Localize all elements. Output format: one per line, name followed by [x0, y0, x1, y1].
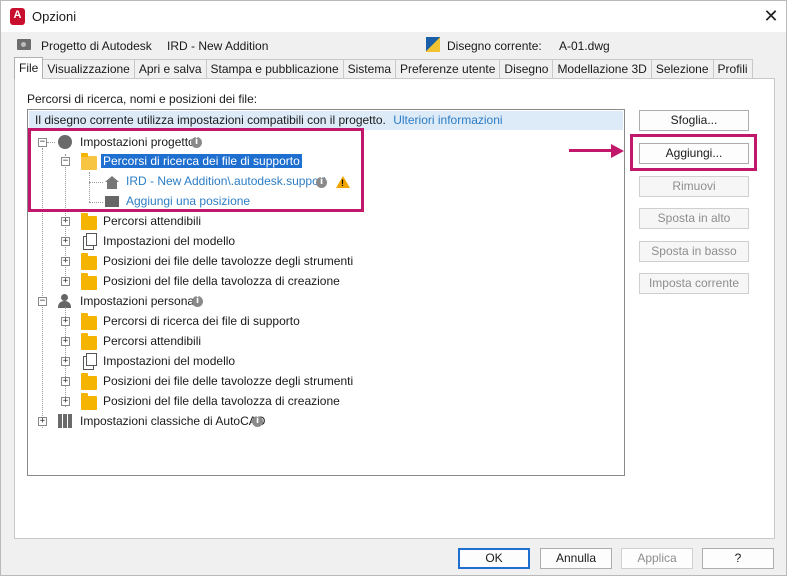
folder-icon [81, 253, 97, 270]
ok-button[interactable]: OK [458, 548, 530, 569]
tab-bar: File Visualizzazione Apri e salva Stampa… [14, 57, 753, 79]
template-pages-icon [83, 353, 97, 370]
move-up-button[interactable]: Sposta in alto [639, 208, 749, 229]
expand-toggle[interactable]: + [61, 257, 70, 266]
expand-toggle[interactable]: + [61, 237, 70, 246]
tree-item-trusted-paths[interactable]: Percorsi attendibili [103, 211, 201, 231]
tree-item-personal-trusted-paths[interactable]: Percorsi attendibili [103, 331, 201, 351]
tree-item-authoring-palette[interactable]: Posizioni del file della tavolozza di cr… [103, 271, 340, 291]
autocad-logo-icon: A [10, 8, 25, 25]
info-text: Il disegno corrente utilizza impostazion… [35, 113, 386, 127]
apply-button[interactable]: Applica [621, 548, 693, 569]
tab-file[interactable]: File [14, 57, 44, 79]
expand-toggle[interactable]: + [61, 357, 70, 366]
expand-toggle[interactable]: + [61, 277, 70, 286]
tab-apri-e-salva[interactable]: Apri e salva [133, 59, 207, 79]
expand-toggle[interactable]: + [61, 217, 70, 226]
folder-icon [81, 213, 97, 230]
tree-item-personal-template-settings[interactable]: Impostazioni del modello [103, 351, 235, 371]
folder-icon [81, 273, 97, 290]
project-bar: Progetto di Autodesk IRD - New Addition … [1, 32, 786, 58]
panel-label: Percorsi di ricerca, nomi e posizioni de… [27, 92, 258, 106]
expand-toggle[interactable]: + [61, 317, 70, 326]
tab-preferenze-utente[interactable]: Preferenze utente [395, 59, 501, 79]
folder-icon [81, 393, 97, 410]
expand-toggle[interactable]: + [38, 417, 47, 426]
cancel-button[interactable]: Annulla [540, 548, 612, 569]
set-current-button[interactable]: Imposta corrente [639, 273, 749, 294]
move-down-button[interactable]: Sposta in basso [639, 241, 749, 262]
project-name: IRD - New Addition [167, 39, 269, 53]
annotation-highlight-tree [28, 128, 364, 212]
info-icon[interactable]: i [192, 296, 203, 307]
tab-stampa-e-pubblicazione[interactable]: Stampa e pubblicazione [205, 59, 344, 79]
tab-profili[interactable]: Profili [712, 59, 753, 79]
project-label: Progetto di Autodesk [41, 39, 152, 53]
folder-icon [81, 373, 97, 390]
current-drawing-name: A-01.dwg [559, 39, 610, 53]
tree-item-classic-settings[interactable]: Impostazioni classiche di AutoCAD [80, 411, 265, 431]
tab-disegno[interactable]: Disegno [499, 59, 554, 79]
info-icon[interactable]: i [252, 416, 263, 427]
add-button[interactable]: Aggiungi... [639, 143, 749, 164]
expand-toggle[interactable]: + [61, 397, 70, 406]
user-icon [58, 294, 72, 308]
tree-item-template-settings[interactable]: Impostazioni del modello [103, 231, 235, 251]
current-drawing-label: Disegno corrente: [447, 39, 542, 53]
expand-toggle[interactable]: + [61, 377, 70, 386]
window-title: Opzioni [32, 9, 77, 24]
more-info-link[interactable]: Ulteriori informazioni [393, 113, 502, 127]
expand-toggle[interactable]: + [61, 337, 70, 346]
annotation-arrow-icon [569, 144, 624, 158]
browse-button[interactable]: Sfoglia... [639, 110, 749, 131]
project-icon [17, 39, 31, 50]
tab-modellazione-3d[interactable]: Modellazione 3D [552, 59, 652, 79]
collapse-toggle[interactable]: − [38, 297, 47, 306]
close-button[interactable]: ✕ [758, 5, 784, 29]
template-pages-icon [83, 233, 97, 250]
tab-sistema[interactable]: Sistema [342, 59, 396, 79]
tree-item-tool-palettes[interactable]: Posizioni dei file delle tavolozze degli… [103, 251, 353, 271]
tab-selezione[interactable]: Selezione [650, 59, 714, 79]
folder-icon [81, 313, 97, 330]
classic-settings-icon [58, 414, 73, 428]
tab-visualizzazione[interactable]: Visualizzazione [42, 59, 135, 79]
title-bar: A Opzioni ✕ [1, 1, 786, 32]
help-button[interactable]: ? [702, 548, 774, 569]
remove-button[interactable]: Rimuovi [639, 176, 749, 197]
options-dialog: A Opzioni ✕ Progetto di Autodesk IRD - N… [0, 0, 787, 576]
tree-item-personal-support-paths[interactable]: Percorsi di ricerca dei file di supporto [103, 311, 300, 331]
drawing-icon [426, 37, 440, 52]
folder-icon [81, 333, 97, 350]
tree-item-personal-settings[interactable]: Impostazioni personali [80, 291, 199, 311]
tree-item-personal-tool-palettes[interactable]: Posizioni dei file delle tavolozze degli… [103, 371, 353, 391]
tree-item-personal-authoring-palette[interactable]: Posizioni del file della tavolozza di cr… [103, 391, 340, 411]
